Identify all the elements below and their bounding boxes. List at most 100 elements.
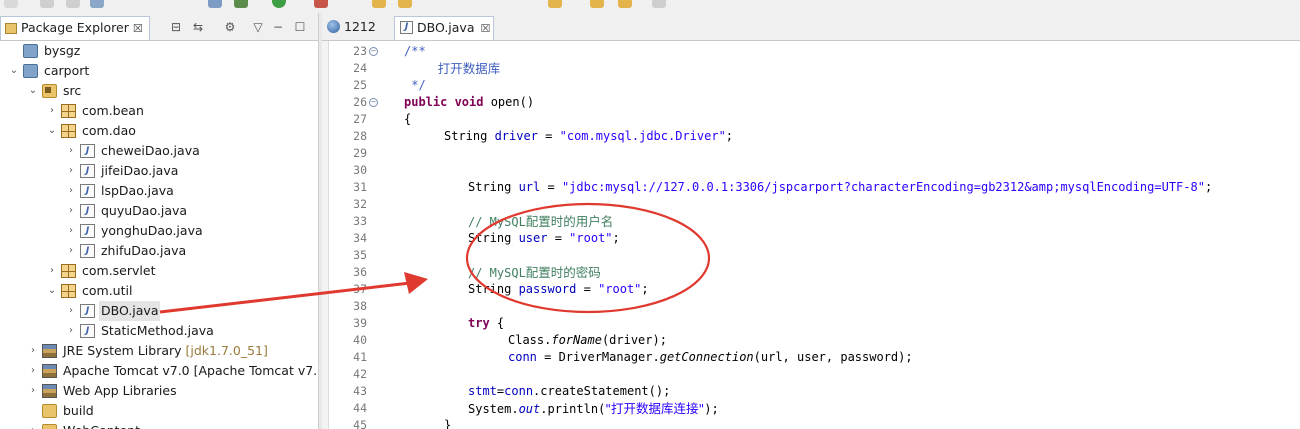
close-icon[interactable]: ☒ xyxy=(480,22,490,35)
chevron-down-icon[interactable]: ⌄ xyxy=(8,61,20,81)
code-token: 配置时的用户名 xyxy=(525,214,614,229)
tree-item[interactable]: › Web App Libraries xyxy=(0,381,318,401)
chevron-down-icon[interactable]: ⌄ xyxy=(46,281,58,301)
annotation-icon[interactable] xyxy=(548,0,562,8)
tree-item[interactable]: › Apache Tomcat v7.0 [Apache Tomcat v7.0] xyxy=(0,361,318,381)
tree-item[interactable]: ⌄ carport xyxy=(0,61,318,81)
open-type-icon[interactable] xyxy=(398,0,412,8)
tree-item[interactable]: › com.servlet xyxy=(0,261,318,281)
tree-item[interactable]: ⌄ com.util xyxy=(0,281,318,301)
chevron-right-icon[interactable]: › xyxy=(27,381,39,401)
filters-icon[interactable]: ⚙ xyxy=(222,19,238,35)
new-icon[interactable] xyxy=(4,0,18,8)
tree-item-label: build xyxy=(63,403,94,418)
line-number: 43 xyxy=(353,384,367,398)
tree-item-label: Web App Libraries xyxy=(63,383,177,398)
tree-item[interactable]: › com.bean xyxy=(0,101,318,121)
code-line: String user = "root"; xyxy=(468,230,620,247)
link-editor-icon[interactable]: ⇆ xyxy=(190,19,206,35)
tree-item[interactable]: › JyonghuDao.java xyxy=(0,221,318,241)
chevron-right-icon[interactable]: › xyxy=(27,361,39,381)
collapse-all-icon[interactable]: ⊟ xyxy=(168,19,184,35)
folder-icon xyxy=(42,424,57,429)
chevron-right-icon[interactable]: › xyxy=(46,261,58,281)
tree-item[interactable]: › JjifeiDao.java xyxy=(0,161,318,181)
line-number-gutter: 23−24 25 26−27 28 29 30 31 32 33 34 35 36 37 38 39 40 41… xyxy=(329,41,378,429)
chevron-right-icon[interactable]: › xyxy=(65,161,77,181)
save-icon[interactable] xyxy=(40,0,54,8)
maximize-icon[interactable]: ☐ xyxy=(292,19,308,35)
chevron-down-icon[interactable]: ⌄ xyxy=(27,81,39,101)
tree-item[interactable]: › J StaticMethod.java xyxy=(0,321,318,341)
code-token: */ xyxy=(404,78,426,92)
open-folder-icon[interactable] xyxy=(372,0,386,8)
line-number: 38 xyxy=(353,299,367,313)
tree-item-label: DBO.java xyxy=(99,301,161,321)
chevron-right-icon[interactable]: › xyxy=(46,101,58,121)
line-number: 29 xyxy=(353,146,367,160)
close-icon[interactable]: ☒ xyxy=(133,22,143,35)
code-line: String driver = "com.mysql.jdbc.Driver"; xyxy=(444,128,733,145)
chevron-right-icon[interactable]: › xyxy=(27,421,39,429)
tree-item-label: lspDao.java xyxy=(101,183,174,198)
tree-item-label: com.servlet xyxy=(82,263,156,278)
back-icon[interactable] xyxy=(590,0,604,8)
java-file-icon: J xyxy=(80,184,95,198)
code-token: forName xyxy=(551,333,602,347)
tree-item[interactable]: › JzhifuDao.java xyxy=(0,241,318,261)
line-number: 24 xyxy=(353,61,367,75)
code-token: // MySQL xyxy=(468,266,526,280)
code-text-area[interactable]: /** 打开数据库 */public void open(){String dr… xyxy=(380,41,1300,429)
tree-item[interactable]: › J DBO.java xyxy=(0,301,318,321)
code-token: = xyxy=(576,282,599,296)
print-icon[interactable] xyxy=(90,0,104,8)
fold-collapse-icon[interactable]: − xyxy=(369,47,378,56)
code-token: "root" xyxy=(598,282,642,296)
chevron-right-icon[interactable]: › xyxy=(65,241,77,261)
code-line: // MySQL配置时的密码 xyxy=(468,264,601,281)
line-number: 35 xyxy=(353,248,367,262)
view-menu-icon[interactable]: ▽ xyxy=(250,19,266,35)
tree-item[interactable]: build xyxy=(0,401,318,421)
line-number: 23 xyxy=(353,44,367,58)
chevron-right-icon[interactable]: › xyxy=(65,221,77,241)
chevron-down-icon[interactable]: ⌄ xyxy=(46,121,58,141)
search-icon[interactable] xyxy=(208,0,222,8)
stop-icon[interactable] xyxy=(314,0,328,8)
package-icon xyxy=(61,104,76,118)
chevron-right-icon[interactable]: › xyxy=(65,141,77,161)
tree-item[interactable]: ⌄ com.dao xyxy=(0,121,318,141)
package-explorer-tabbar: Package Explorer ☒ ⊟ ⇆ ⚙ ▽ − ☐ xyxy=(0,13,318,41)
line-number: 33 xyxy=(353,214,367,228)
code-line: stmt=conn.createStatement(); xyxy=(468,383,670,400)
chevron-right-icon[interactable]: › xyxy=(65,181,77,201)
chevron-right-icon[interactable]: › xyxy=(27,341,39,361)
save-all-icon[interactable] xyxy=(66,0,80,8)
code-line: } xyxy=(444,417,451,429)
tree-item[interactable]: › WebContent xyxy=(0,421,318,429)
code-token: String xyxy=(444,129,495,143)
editor-tabbar: 1212 J DBO.java ☒ xyxy=(322,13,1300,41)
run-icon[interactable] xyxy=(272,0,286,8)
code-token: Class. xyxy=(508,333,552,347)
chevron-right-icon xyxy=(27,401,39,421)
code-token: { xyxy=(404,112,412,126)
history-icon[interactable] xyxy=(652,0,666,8)
fold-collapse-icon[interactable]: − xyxy=(369,98,378,107)
tab-dbo-java[interactable]: J DBO.java ☒ xyxy=(394,16,494,40)
forward-icon[interactable] xyxy=(618,0,632,8)
tree-item[interactable]: › JquyuDao.java xyxy=(0,201,318,221)
chevron-right-icon[interactable]: › xyxy=(65,321,77,341)
chevron-right-icon[interactable]: › xyxy=(65,301,77,321)
tree-item-label: WebContent xyxy=(63,421,140,429)
tab-package-explorer[interactable]: Package Explorer ☒ xyxy=(0,16,150,40)
tab-1212[interactable]: 1212 xyxy=(322,16,392,40)
chevron-right-icon[interactable]: › xyxy=(65,201,77,221)
tree-item[interactable]: › JRE System Library [jdk1.7.0_51] xyxy=(0,341,318,361)
minimize-icon[interactable]: − xyxy=(270,19,286,35)
tree-item[interactable]: › JlspDao.java xyxy=(0,181,318,201)
tree-item[interactable]: bysgz xyxy=(0,41,318,61)
debug-icon[interactable] xyxy=(234,0,248,8)
tree-item[interactable]: ⌄ src xyxy=(0,81,318,101)
tree-item[interactable]: › JcheweiDao.java xyxy=(0,141,318,161)
